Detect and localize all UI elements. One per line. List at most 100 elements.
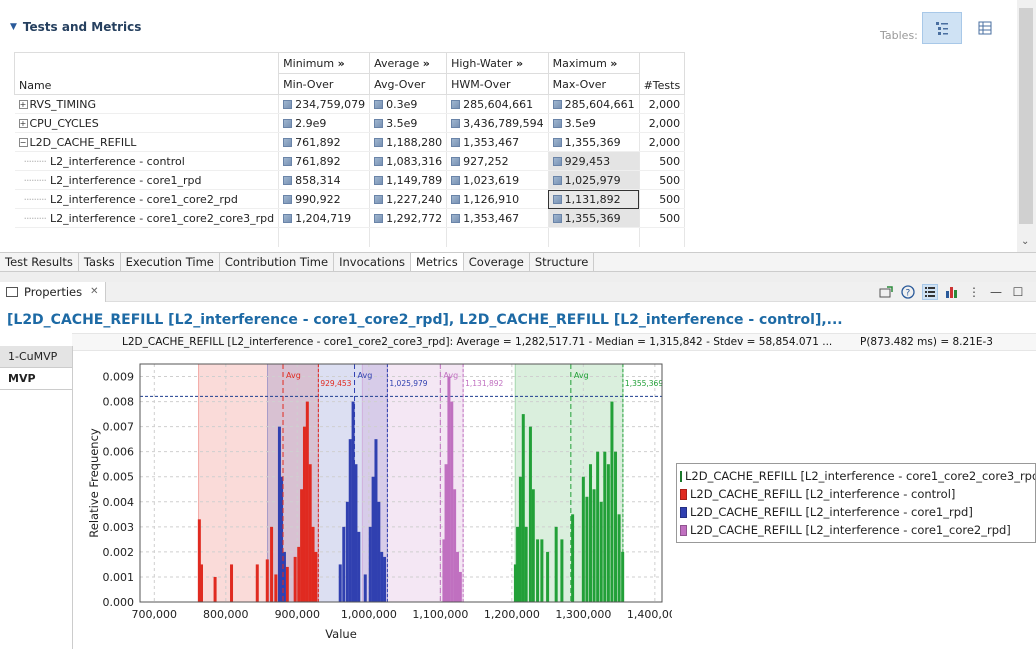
- expand-icon[interactable]: +: [18, 119, 28, 128]
- metric-cell[interactable]: 927,252: [446, 151, 549, 171]
- x-tick-label: 1,000,000: [341, 608, 397, 621]
- side-tab-cumvp[interactable]: 1-CuMVP: [0, 346, 72, 368]
- table-row[interactable]: ········· L2_interference - core1_rpd 858,…: [14, 170, 686, 190]
- chart-icon: [451, 213, 461, 223]
- side-tab-mvp[interactable]: MVP: [0, 368, 72, 390]
- tab-coverage[interactable]: Coverage: [464, 253, 530, 271]
- metrics-section-header[interactable]: ▼ Tests and Metrics: [10, 18, 141, 36]
- maximize-icon[interactable]: ☐: [1010, 284, 1026, 300]
- metric-cell[interactable]: 1,292,772: [369, 208, 448, 228]
- list-view-icon[interactable]: [922, 284, 938, 300]
- table-row[interactable]: ········· L2_interference - core1_core2_c…: [14, 208, 686, 228]
- table-row[interactable]: + RVS_TIMING 234,759,079 0.3e9 285,604,661 28…: [14, 94, 686, 114]
- chart-icon: [374, 213, 384, 223]
- metric-cell[interactable]: 3,436,789,594: [446, 113, 549, 133]
- col-avg-over-header[interactable]: Avg-Over: [369, 73, 448, 95]
- row-name-cell[interactable]: ········· L2_interference - control: [14, 151, 280, 171]
- legend-item[interactable]: L2D_CACHE_REFILL [L2_interference - core…: [680, 521, 1032, 539]
- metric-value: 285,604,661: [463, 97, 534, 111]
- metric-cell[interactable]: 1,227,240: [369, 189, 448, 209]
- metric-cell[interactable]: 761,892: [278, 151, 371, 171]
- tab-tasks[interactable]: Tasks: [79, 253, 121, 271]
- metric-cell[interactable]: 285,604,661: [548, 94, 640, 114]
- metric-cell[interactable]: 285,604,661: [446, 94, 549, 114]
- histogram-bar: [199, 564, 203, 602]
- metrics-vertical-scrollbar[interactable]: ⌄: [1017, 0, 1036, 252]
- col-tests-header[interactable]: #Tests: [638, 52, 686, 95]
- row-name-cell[interactable]: + CPU_CYCLES: [14, 113, 280, 133]
- tree-connector: ·········: [18, 192, 47, 206]
- metric-cell[interactable]: 1,025,979: [548, 170, 640, 190]
- row-name-cell[interactable]: ········· L2_interference - core1_core2_c…: [14, 208, 280, 228]
- legend-item[interactable]: L2D_CACHE_REFILL [L2_interference - core…: [680, 467, 1035, 485]
- metric-value: 285,604,661: [564, 97, 635, 111]
- row-name: CPU_CYCLES: [29, 117, 99, 130]
- tab-structure[interactable]: Structure: [530, 253, 595, 271]
- expand-icon[interactable]: −: [18, 138, 28, 147]
- metric-cell[interactable]: 0.3e9: [369, 94, 448, 114]
- help-icon[interactable]: ?: [900, 284, 916, 300]
- minimize-icon[interactable]: —: [988, 284, 1004, 300]
- row-name-cell[interactable]: ········· L2_interference - core1_rpd: [14, 170, 280, 190]
- metric-cell[interactable]: 990,922: [278, 189, 371, 209]
- view-menu-icon[interactable]: ⋮: [966, 284, 982, 300]
- collapse-triangle-icon[interactable]: ▼: [10, 22, 17, 32]
- tab-invocations[interactable]: Invocations: [334, 253, 411, 271]
- col-minimum-header[interactable]: Minimum »: [278, 52, 371, 74]
- table-row[interactable]: ········· L2_interference - control 761,89…: [14, 151, 686, 171]
- histogram-bar: [554, 526, 558, 602]
- col-min-over-header[interactable]: Min-Over: [278, 73, 371, 95]
- col-maximum-header[interactable]: Maximum »: [547, 52, 640, 74]
- legend-label: L2D_CACHE_REFILL [L2_interference - core…: [690, 523, 1011, 537]
- col-average-header[interactable]: Average »: [369, 52, 448, 74]
- expand-icon[interactable]: +: [18, 100, 28, 109]
- histogram-bar: [516, 526, 520, 602]
- metric-cell[interactable]: 1,355,369: [548, 132, 640, 152]
- col-highwater-header[interactable]: High-Water »: [446, 52, 549, 74]
- metric-cell[interactable]: 2.9e9: [278, 113, 371, 133]
- metric-cell[interactable]: 1,353,467: [446, 132, 549, 152]
- row-name-cell[interactable]: − L2D_CACHE_REFILL: [14, 132, 280, 152]
- metric-cell[interactable]: 1,188,280: [369, 132, 448, 152]
- tab-test-results[interactable]: Test Results: [0, 253, 79, 271]
- tab-execution-time[interactable]: Execution Time: [121, 253, 220, 271]
- table-row[interactable]: − L2D_CACHE_REFILL 761,892 1,188,280 1,353,4…: [14, 132, 686, 152]
- row-name-cell[interactable]: ········· L2_interference - core1_core2_r…: [14, 189, 280, 209]
- tab-metrics[interactable]: Metrics: [411, 253, 464, 271]
- row-name-cell[interactable]: + RVS_TIMING: [14, 94, 280, 114]
- metric-cell[interactable]: 3.5e9: [548, 113, 640, 133]
- metric-cell[interactable]: 1,353,467: [446, 208, 549, 228]
- pin-icon[interactable]: [878, 284, 894, 300]
- chart-icon: [374, 137, 384, 147]
- legend-item[interactable]: L2D_CACHE_REFILL [L2_interference - core…: [680, 503, 1032, 521]
- metric-cell[interactable]: 1,355,369: [548, 208, 640, 228]
- tree-table-button[interactable]: [922, 12, 962, 44]
- metric-cell[interactable]: 761,892: [278, 132, 371, 152]
- col-hwm-over-header[interactable]: HWM-Over: [446, 73, 549, 95]
- metric-cell[interactable]: 3.5e9: [369, 113, 448, 133]
- scrollbar-thumb[interactable]: [1019, 8, 1033, 224]
- metric-cell[interactable]: 1,023,619: [446, 170, 549, 190]
- metric-cell[interactable]: 858,314: [278, 170, 371, 190]
- legend-item[interactable]: L2D_CACHE_REFILL [L2_interference - cont…: [680, 485, 1032, 503]
- table-row[interactable]: + CPU_CYCLES 2.9e9 3.5e9 3,436,789,594 3.5e9 2…: [14, 113, 686, 133]
- bar-chart-icon[interactable]: [944, 284, 960, 300]
- row-name: L2D_CACHE_REFILL: [29, 136, 137, 149]
- chart-icon: [283, 213, 293, 223]
- close-icon[interactable]: ✕: [90, 286, 98, 297]
- col-name-header[interactable]: Name: [13, 52, 280, 95]
- metric-cell[interactable]: 234,759,079: [278, 94, 371, 114]
- y-tick-label: 0.001: [103, 571, 135, 584]
- metric-cell[interactable]: 1,126,910: [446, 189, 549, 209]
- metric-cell[interactable]: 1,149,789: [369, 170, 448, 190]
- properties-tab[interactable]: Properties ✕: [0, 281, 106, 302]
- metric-cell[interactable]: 1,083,316: [369, 151, 448, 171]
- flat-table-button[interactable]: [965, 12, 1005, 44]
- scroll-down-icon[interactable]: ⌄: [1021, 236, 1029, 247]
- metric-cell[interactable]: 929,453: [548, 151, 640, 171]
- tab-contribution-time[interactable]: Contribution Time: [220, 253, 335, 271]
- metric-cell[interactable]: 1,131,892: [548, 189, 640, 209]
- metric-cell[interactable]: 1,204,719: [278, 208, 371, 228]
- table-row[interactable]: ········· L2_interference - core1_core2_r…: [14, 189, 686, 209]
- col-max-over-header[interactable]: Max-Over: [547, 73, 640, 95]
